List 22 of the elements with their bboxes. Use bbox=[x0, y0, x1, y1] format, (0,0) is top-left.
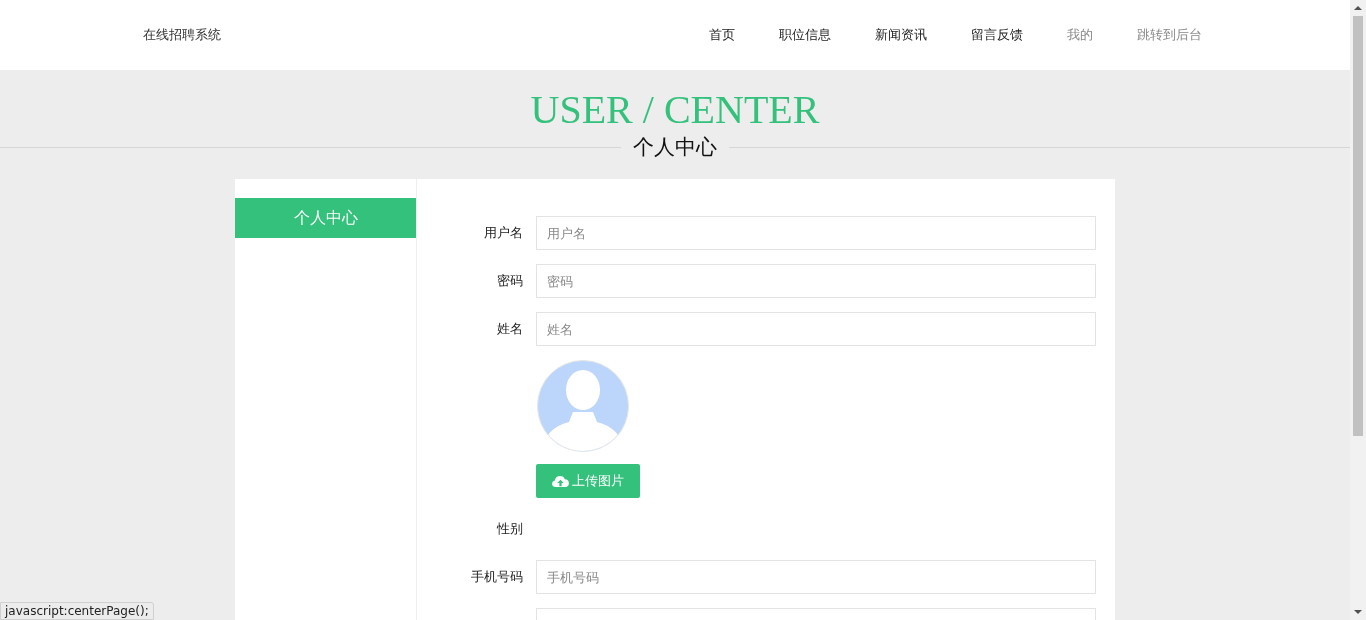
page-title: USER / CENTER bbox=[529, 88, 821, 132]
input-field[interactable]: 姓名 bbox=[536, 312, 1096, 346]
page-subtitle: 个人中心 bbox=[621, 133, 729, 161]
input-field[interactable]: 密码 bbox=[536, 264, 1096, 298]
nav-link[interactable]: 跳转到后台 bbox=[1137, 26, 1202, 44]
field-label: 密码 bbox=[497, 273, 523, 288]
nav-link[interactable]: 职位信息 bbox=[779, 26, 831, 44]
field-label: 手机号码 bbox=[471, 569, 523, 584]
nav-link[interactable]: 留言反馈 bbox=[971, 26, 1023, 44]
field-label: 性别 bbox=[497, 521, 523, 536]
input-field[interactable]: 手机号码 bbox=[536, 560, 1096, 594]
status-bar-url: javascript:centerPage(); bbox=[0, 602, 154, 620]
nav-link[interactable]: 首页 bbox=[709, 26, 735, 44]
input-field[interactable]: 用户名 bbox=[536, 216, 1096, 250]
avatar-placeholder-icon bbox=[537, 360, 629, 452]
site-title: 在线招聘系统 bbox=[143, 26, 221, 44]
field-label: 用户名 bbox=[484, 225, 523, 240]
field-label: 姓名 bbox=[497, 321, 523, 336]
scrollbar[interactable] bbox=[1350, 0, 1366, 620]
cloud-upload-icon bbox=[552, 474, 569, 488]
nav-link[interactable]: 新闻资讯 bbox=[875, 26, 927, 44]
nav-link[interactable]: 我的 bbox=[1067, 26, 1093, 44]
